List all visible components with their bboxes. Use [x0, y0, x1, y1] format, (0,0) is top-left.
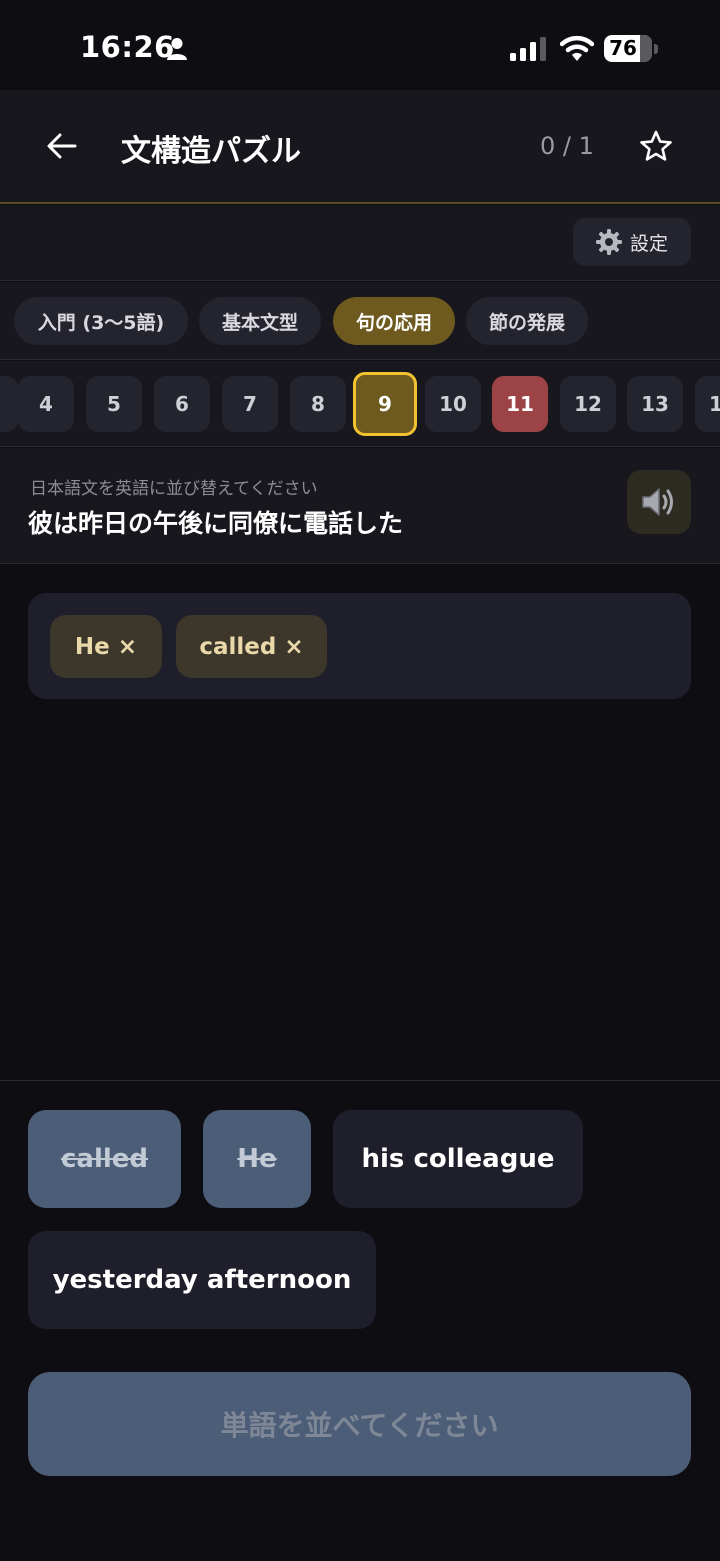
question-number-label: 11 [506, 392, 534, 416]
app-screen: 16:26 76 文構造パズル 0 / 1 設定 入門 (3〜5語) 基本文型 … [0, 0, 720, 1561]
question-number-label: 10 [439, 392, 467, 416]
status-time: 16:26 [80, 30, 175, 64]
battery-body: 76 [604, 35, 652, 62]
status-bar: 16:26 76 [0, 0, 720, 90]
battery-empty-portion [640, 35, 652, 62]
question-number-label: 6 [175, 392, 189, 416]
question-number-button-wrong[interactable]: 11 [492, 376, 548, 432]
question-number-label: 12 [574, 392, 602, 416]
wifi-icon [560, 35, 594, 61]
level-tab-phrase-application[interactable]: 句の応用 [333, 297, 455, 345]
word-chip-yesterday-afternoon[interactable]: yesterday afternoon [28, 1231, 376, 1329]
settings-row: 設定 [0, 205, 720, 281]
level-tab-basic-patterns[interactable]: 基本文型 [199, 297, 321, 345]
word-bank-divider [0, 1080, 720, 1081]
submit-label: 単語を並べてください [220, 1409, 499, 1442]
level-tab-label: 節の発展 [488, 311, 565, 334]
question-number-button[interactable]: 4 [18, 376, 74, 432]
question-number-label: 13 [641, 392, 669, 416]
cellular-signal-icon [510, 37, 546, 61]
question-number-label: 5 [107, 392, 121, 416]
answer-chip-label: He × [74, 633, 138, 660]
question-number-button[interactable] [0, 376, 18, 432]
level-tab-label: 基本文型 [221, 311, 298, 334]
question-number-button[interactable]: 10 [425, 376, 481, 432]
word-chip-he[interactable]: He [203, 1110, 311, 1208]
play-audio-button[interactable] [627, 470, 691, 534]
question-number-button[interactable]: 8 [290, 376, 346, 432]
level-tabs: 入門 (3〜5語) 基本文型 句の応用 節の発展 [0, 282, 720, 360]
person-icon [167, 38, 187, 60]
question-number-label: 8 [311, 392, 325, 416]
level-tab-label: 句の応用 [355, 311, 432, 334]
submit-button[interactable]: 単語を並べてください [28, 1372, 691, 1476]
question-number-button[interactable]: 13 [627, 376, 683, 432]
question-number-label: 9 [378, 392, 392, 416]
question-number-button[interactable]: 7 [222, 376, 278, 432]
speaker-icon [642, 488, 673, 516]
back-button[interactable] [40, 124, 84, 168]
arrow-left-icon [47, 133, 77, 159]
question-number-selector: 4 5 6 7 8 9 10 11 12 13 14 [0, 361, 720, 447]
prompt-area: 日本語文を英語に並び替えてください 彼は昨日の午後に同僚に電話した [0, 448, 720, 564]
answer-box[interactable]: He × called × [28, 593, 691, 699]
prompt-sentence: 彼は昨日の午後に同僚に電話した [28, 509, 404, 538]
question-number-button[interactable]: 6 [154, 376, 210, 432]
question-number-label: 14 [709, 392, 720, 416]
answer-chip-he[interactable]: He × [50, 615, 162, 678]
level-tab-clause-development[interactable]: 節の発展 [466, 297, 588, 345]
word-chip-called[interactable]: called [28, 1110, 181, 1208]
prompt-instruction: 日本語文を英語に並び替えてください [30, 479, 318, 499]
level-tab-label: 入門 (3〜5語) [37, 311, 165, 334]
word-chip-his-colleague[interactable]: his colleague [333, 1110, 583, 1208]
question-number-button[interactable]: 5 [86, 376, 142, 432]
word-chip-label: He [237, 1144, 277, 1174]
progress-count: 0 / 1 [540, 132, 594, 160]
answer-chip-label: called × [199, 633, 304, 660]
word-chip-label: yesterday afternoon [52, 1265, 352, 1295]
battery-level: 76 [609, 36, 637, 60]
page-title: 文構造パズル [121, 134, 301, 169]
question-number-button-current[interactable]: 9 [353, 372, 417, 436]
battery-cap [654, 44, 658, 54]
word-chip-label: his colleague [361, 1144, 555, 1174]
star-icon [640, 130, 672, 161]
level-tab-intro[interactable]: 入門 (3〜5語) [14, 297, 188, 345]
gear-icon [595, 229, 622, 255]
answer-chip-called[interactable]: called × [176, 615, 327, 678]
question-number-button[interactable]: 12 [560, 376, 616, 432]
question-number-label: 4 [39, 392, 53, 416]
app-header: 文構造パズル 0 / 1 [0, 90, 720, 204]
question-number-button[interactable]: 14 [695, 376, 720, 432]
favorite-button[interactable] [634, 124, 678, 168]
settings-label: 設定 [629, 232, 668, 255]
question-number-label: 7 [243, 392, 257, 416]
settings-button[interactable]: 設定 [573, 218, 691, 266]
word-chip-label: called [60, 1144, 149, 1174]
battery-indicator: 76 [604, 35, 658, 62]
